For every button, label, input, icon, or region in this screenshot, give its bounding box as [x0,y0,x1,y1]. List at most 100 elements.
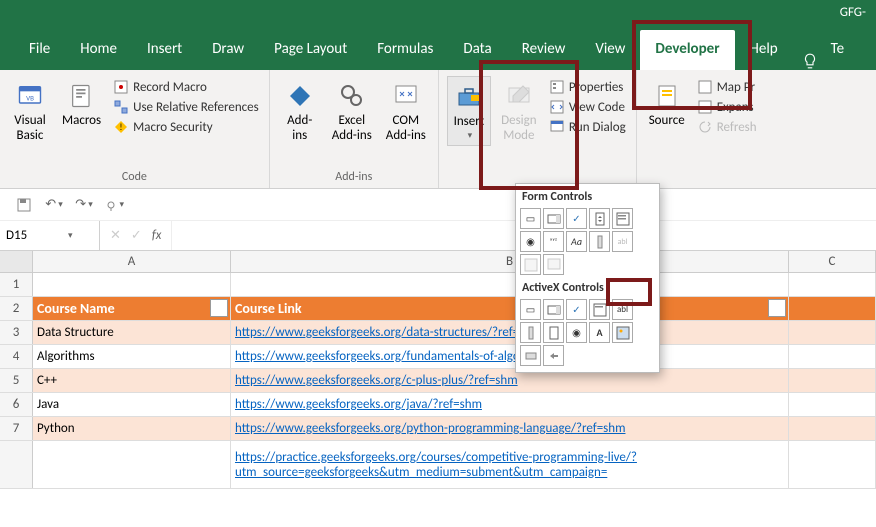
run-dialog-button[interactable]: Run Dialog [547,118,628,136]
activex-listbox-icon[interactable] [589,299,610,320]
row-header[interactable]: 2 [0,297,33,320]
cell[interactable] [231,273,789,296]
addins-button[interactable]: Add- ins [278,76,322,148]
activex-image-icon[interactable] [612,322,633,343]
hyperlink[interactable]: https://www.geeksforgeeks.org/python-pro… [235,421,625,436]
activex-more-icon[interactable] [543,345,564,366]
use-relative-button[interactable]: Use Relative References [111,98,261,116]
cell[interactable] [33,273,231,296]
cell[interactable] [789,321,876,344]
activex-toggle-icon[interactable] [520,345,541,366]
cell-link[interactable]: https://practice.geeksforgeeks.org/cours… [231,441,789,488]
cell-link[interactable]: https://www.geeksforgeeks.org/c-plus-plu… [231,369,789,392]
tab-file[interactable]: File [14,30,65,70]
tab-view[interactable]: View [580,30,640,70]
record-macro-button[interactable]: Record Macro [111,78,261,96]
cell[interactable] [789,441,876,488]
activex-spinner-icon[interactable] [543,322,564,343]
fx-icon[interactable]: fx [152,228,162,243]
source-button[interactable]: Source [645,76,689,133]
tab-home[interactable]: Home [65,30,132,70]
tab-help[interactable]: Help [735,30,793,70]
select-all-corner[interactable] [0,251,33,272]
tab-insert[interactable]: Insert [132,30,197,70]
header-cell-name[interactable]: Course Name▾ [33,297,231,320]
cell-name[interactable] [33,441,231,488]
row-header[interactable]: 1 [0,273,33,296]
cell-link[interactable]: https://www.geeksforgeeks.org/java/?ref=… [231,393,789,416]
row-header[interactable]: 3 [0,321,33,344]
activex-option-icon[interactable]: ◉ [566,322,587,343]
cell-name[interactable]: Algorithms [33,345,231,368]
touch-mode-button[interactable]: ▾ [104,195,124,215]
cell-link[interactable]: https://www.geeksforgeeks.org/fundamenta… [231,345,789,368]
hyperlink[interactable]: https://practice.geeksforgeeks.org/cours… [235,450,784,480]
view-code-button[interactable]: View Code [547,98,628,116]
activex-checkbox-icon[interactable]: ✓ [566,299,587,320]
hyperlink[interactable]: https://www.geeksforgeeks.org/java/?ref=… [235,397,482,412]
cell[interactable] [789,393,876,416]
macro-security-button[interactable]: ! Macro Security [111,118,261,136]
activex-combo-icon[interactable] [543,299,564,320]
refresh-data-button[interactable]: Refresh [695,118,759,136]
name-box[interactable]: ▾ [0,221,100,250]
col-header-c[interactable]: C [789,251,876,272]
hyperlink[interactable]: https://www.geeksforgeeks.org/c-plus-plu… [235,373,518,388]
excel-addins-button[interactable]: Excel Add-ins [328,76,376,148]
tab-developer[interactable]: Developer [640,30,734,70]
row-header[interactable] [0,441,33,488]
filter-dropdown-icon[interactable]: ▾ [210,299,228,317]
form-button-icon[interactable]: ▭ [520,208,541,229]
cell[interactable] [789,297,876,320]
enter-formula-icon[interactable]: ✓ [131,228,142,243]
insert-control-button[interactable]: Insert ▾ [447,76,491,146]
activex-scrollbar-icon[interactable] [520,322,541,343]
activex-label-icon[interactable]: A [589,322,610,343]
redo-button[interactable]: ↷▾ [74,195,94,215]
form-groupbox-icon[interactable]: ˣʸᶻ [543,231,564,252]
row-header[interactable]: 7 [0,417,33,440]
cell[interactable] [789,369,876,392]
form-option-icon[interactable]: ◉ [520,231,541,252]
form-label-icon[interactable]: Aa [566,231,587,252]
filter-dropdown-icon[interactable]: ▾ [768,299,786,317]
save-icon[interactable] [14,195,34,215]
cell-name[interactable]: C++ [33,369,231,392]
com-addins-button[interactable]: COM Add-ins [382,76,430,148]
macros-button[interactable]: Macros [58,76,105,133]
cell[interactable] [789,417,876,440]
chevron-down-icon[interactable]: ▾ [68,230,73,241]
name-box-input[interactable] [6,228,66,243]
properties-button[interactable]: Properties [547,78,628,96]
cell[interactable] [789,345,876,368]
tell-me[interactable]: Te [827,30,859,70]
row-header[interactable]: 4 [0,345,33,368]
form-scrollbar-icon[interactable] [589,231,610,252]
cell-name[interactable]: Python [33,417,231,440]
cell-name[interactable]: Data Structure [33,321,231,344]
cell-link[interactable]: https://www.geeksforgeeks.org/python-pro… [231,417,789,440]
tab-review[interactable]: Review [507,30,581,70]
form-checkbox-icon[interactable]: ✓ [566,208,587,229]
header-cell-link[interactable]: Course Link▾ [231,297,789,320]
tab-formulas[interactable]: Formulas [362,30,448,70]
cancel-formula-icon[interactable]: ✕ [110,228,121,243]
hyperlink[interactable]: https://www.geeksforgeeks.org/data-struc… [235,325,542,340]
cell-link[interactable]: https://www.geeksforgeeks.org/data-struc… [231,321,789,344]
form-combo-icon[interactable] [543,208,564,229]
row-header[interactable]: 5 [0,369,33,392]
design-mode-button[interactable]: Design Mode [497,76,541,148]
col-header-b[interactable]: B [231,251,789,272]
cell[interactable] [789,273,876,296]
form-listbox-icon[interactable] [612,208,633,229]
form-spinner-icon[interactable] [589,208,610,229]
tab-data[interactable]: Data [448,30,506,70]
row-header[interactable]: 6 [0,393,33,416]
tab-page-layout[interactable]: Page Layout [259,30,362,70]
expansion-packs-button[interactable]: Expans [695,98,759,116]
activex-textbox-icon[interactable]: abl [612,299,633,320]
undo-button[interactable]: ↶▾ [44,195,64,215]
cell-name[interactable]: Java [33,393,231,416]
map-properties-button[interactable]: Map Pr [695,78,759,96]
lightbulb-icon[interactable] [801,52,819,70]
